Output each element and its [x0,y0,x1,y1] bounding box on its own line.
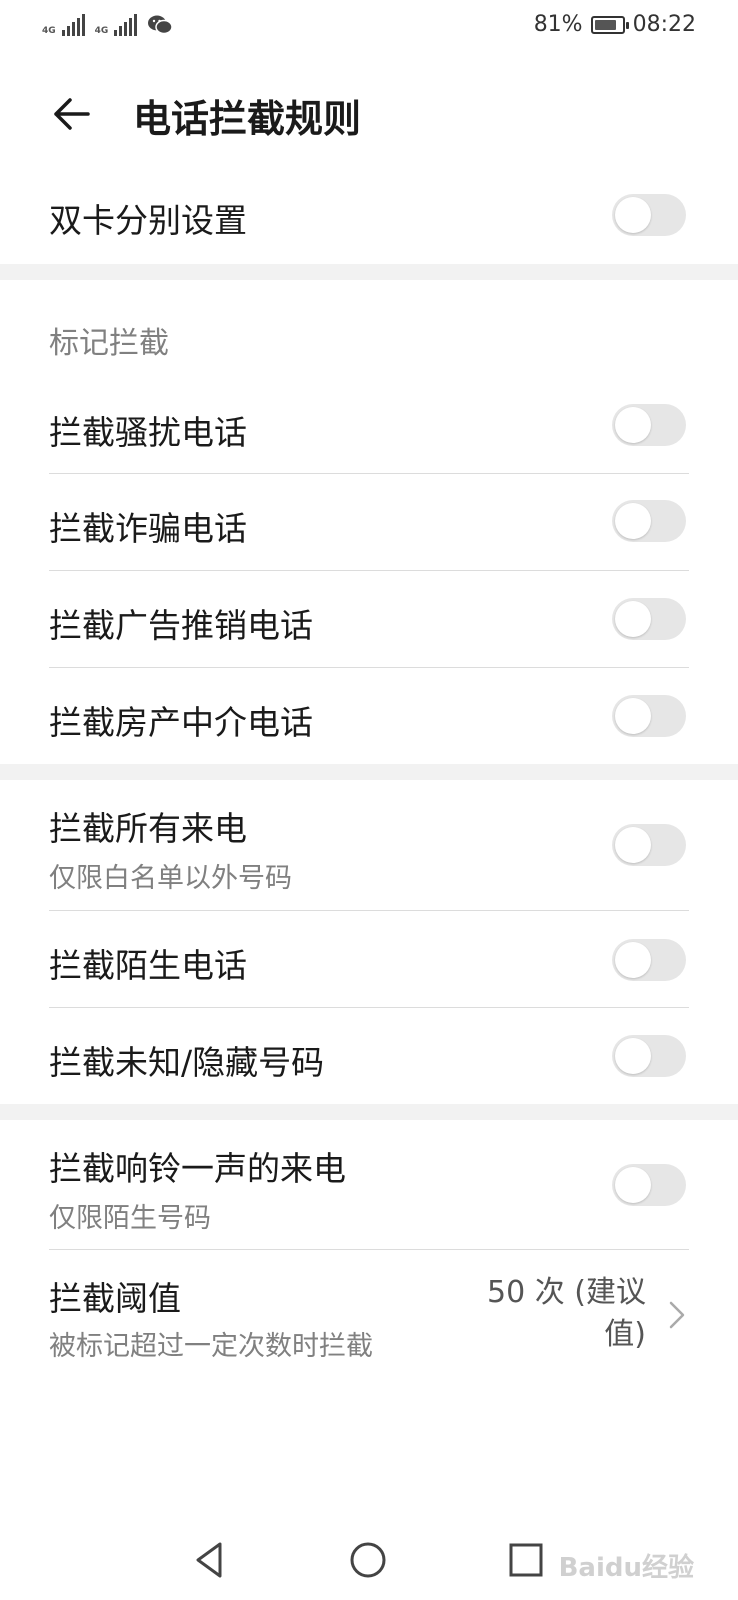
block-fraud-toggle[interactable] [612,500,686,542]
toggle-knob [615,407,651,443]
clock: 08:22 [632,12,696,37]
block-all-calls-label: 拦截所有来电 [49,809,247,848]
section-separator [0,764,738,780]
block-ads-label: 拦截广告推销电话 [49,606,313,645]
nav-home-icon[interactable] [348,1540,388,1580]
section-separator [0,264,738,280]
block-fraud-row[interactable]: 拦截诈骗电话 [0,474,738,570]
toggle-knob [615,601,651,637]
sim2-network-tag: 4G [94,26,109,36]
block-all-calls-sub: 仅限白名单以外号码 [49,863,292,894]
dual-sim-label: 双卡分别设置 [49,201,247,240]
watermark: Baidu经验 [558,1553,694,1583]
dual-sim-toggle[interactable] [612,194,686,236]
threshold-value-line1: 50 次 (建议 [487,1275,646,1310]
block-stranger-label: 拦截陌生电话 [49,946,247,985]
block-threshold-row[interactable]: 拦截阈值 被标记超过一定次数时拦截 50 次 (建议 值) [0,1250,738,1380]
toggle-knob [615,698,651,734]
block-threshold-sub: 被标记超过一定次数时拦截 [49,1331,373,1362]
block-fraud-label: 拦截诈骗电话 [49,509,247,548]
toggle-knob [615,197,651,233]
block-harassment-row[interactable]: 拦截骚扰电话 [0,376,738,472]
block-harassment-label: 拦截骚扰电话 [49,413,247,452]
status-right: 81% 08:22 [534,12,696,37]
status-left: 4G 4G [42,14,174,36]
block-threshold-value: 50 次 (建议 值) [466,1272,646,1356]
toggle-knob [615,1038,651,1074]
block-unknown-toggle[interactable] [612,1035,686,1077]
wechat-icon [148,15,174,35]
block-ads-toggle[interactable] [612,598,686,640]
battery-icon [590,15,629,34]
battery-level-fill [594,19,616,30]
block-ring-once-toggle[interactable] [612,1164,686,1206]
back-arrow-icon[interactable] [48,90,96,138]
block-unknown-label: 拦截未知/隐藏号码 [49,1043,325,1082]
block-ads-row[interactable]: 拦截广告推销电话 [0,571,738,667]
section-title-mark-block: 标记拦截 [49,326,169,361]
block-ring-once-label: 拦截响铃一声的来电 [49,1149,346,1188]
signal-bars-icon [61,14,85,36]
system-nav-bar: Baidu经验 [0,1520,738,1600]
sim1-network-tag: 4G [42,26,56,36]
chevron-right-icon [669,1301,685,1329]
nav-back-icon[interactable] [190,1540,230,1580]
block-ring-once-row[interactable]: 拦截响铃一声的来电 仅限陌生号码 [0,1120,738,1250]
block-all-calls-toggle[interactable] [612,824,686,866]
toggle-knob [615,503,651,539]
section-separator [0,1104,738,1120]
toggle-knob [615,1167,651,1203]
block-agent-toggle[interactable] [612,695,686,737]
nav-recents-icon[interactable] [506,1540,546,1580]
threshold-value-line2: 值) [604,1317,646,1352]
block-unknown-row[interactable]: 拦截未知/隐藏号码 [0,1008,738,1104]
status-bar: 4G 4G 81% 08:22 [0,0,738,56]
sim1-signal: 4G [42,14,85,36]
block-all-calls-row[interactable]: 拦截所有来电 仅限白名单以外号码 [0,780,738,910]
battery-percent: 81% [533,12,583,37]
app-header: 电话拦截规则 [0,70,738,160]
page-title: 电话拦截规则 [133,97,362,141]
block-threshold-label: 拦截阈值 [49,1279,181,1318]
block-harassment-toggle[interactable] [612,404,686,446]
dual-sim-row[interactable]: 双卡分别设置 [0,160,738,264]
sim2-signal: 4G [95,14,138,36]
signal-bars-icon [114,14,138,36]
toggle-knob [615,942,651,978]
block-agent-row[interactable]: 拦截房产中介电话 [0,668,738,764]
toggle-knob [615,827,651,863]
block-agent-label: 拦截房产中介电话 [49,703,313,742]
block-stranger-toggle[interactable] [612,939,686,981]
block-stranger-row[interactable]: 拦截陌生电话 [0,911,738,1007]
block-ring-once-sub: 仅限陌生号码 [49,1203,211,1234]
